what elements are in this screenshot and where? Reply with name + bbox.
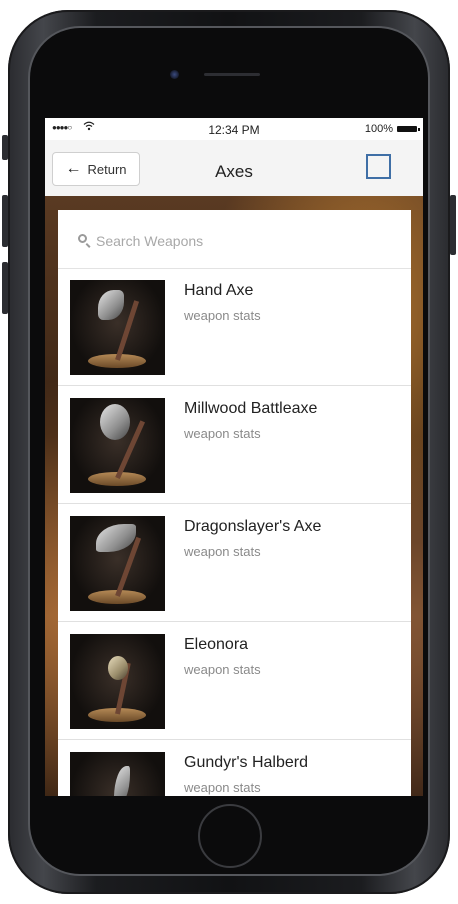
search-bar [58, 210, 411, 269]
list-item[interactable]: Millwood Battleaxe weapon stats [58, 386, 411, 504]
battery-icon [397, 126, 420, 132]
list-item[interactable]: Eleonora weapon stats [58, 622, 411, 740]
device-mockup: ●●●●○ 12:34 PM 100% ← Return Axes Search… [0, 0, 458, 904]
home-button[interactable] [198, 804, 262, 868]
battery-percent: 100% [364, 123, 393, 135]
list-item[interactable]: Hand Axe weapon stats [58, 268, 411, 386]
status-bar: ●●●●○ 12:34 PM 100% [45, 118, 423, 140]
weapon-subtitle: weapon stats [184, 780, 261, 795]
weapon-subtitle: weapon stats [184, 544, 261, 559]
weapon-name: Eleonora [184, 636, 249, 653]
weapon-thumbnail [70, 752, 165, 796]
list-item[interactable]: Gundyr's Halberd weapon stats [58, 740, 411, 796]
weapon-list: Hand Axe weapon stats Millwood Battleaxe… [58, 268, 411, 796]
square-action-button[interactable] [366, 154, 391, 179]
weapon-name: Hand Axe [184, 282, 254, 299]
weapon-thumbnail [70, 516, 165, 611]
weapon-name: Dragonslayer's Axe [184, 518, 322, 535]
weapon-name: Millwood Battleaxe [184, 400, 318, 417]
search-input[interactable] [94, 228, 398, 254]
weapon-thumbnail [70, 634, 165, 729]
weapon-subtitle: weapon stats [184, 308, 261, 323]
list-item[interactable]: Dragonslayer's Axe weapon stats [58, 504, 411, 622]
search-icon [78, 234, 87, 243]
app-screen: ●●●●○ 12:34 PM 100% ← Return Axes Search… [45, 118, 423, 796]
navigation-bar: ← Return Axes [45, 140, 423, 197]
camera-icon [170, 70, 179, 79]
weapon-subtitle: weapon stats [184, 662, 261, 677]
weapons-panel: Hand Axe weapon stats Millwood Battleaxe… [58, 210, 411, 796]
power-button [450, 195, 456, 255]
weapon-name: Gundyr's Halberd [184, 754, 308, 771]
weapon-subtitle: weapon stats [184, 426, 261, 441]
speaker-grill [204, 73, 260, 76]
weapon-thumbnail [70, 280, 165, 375]
weapon-thumbnail [70, 398, 165, 493]
